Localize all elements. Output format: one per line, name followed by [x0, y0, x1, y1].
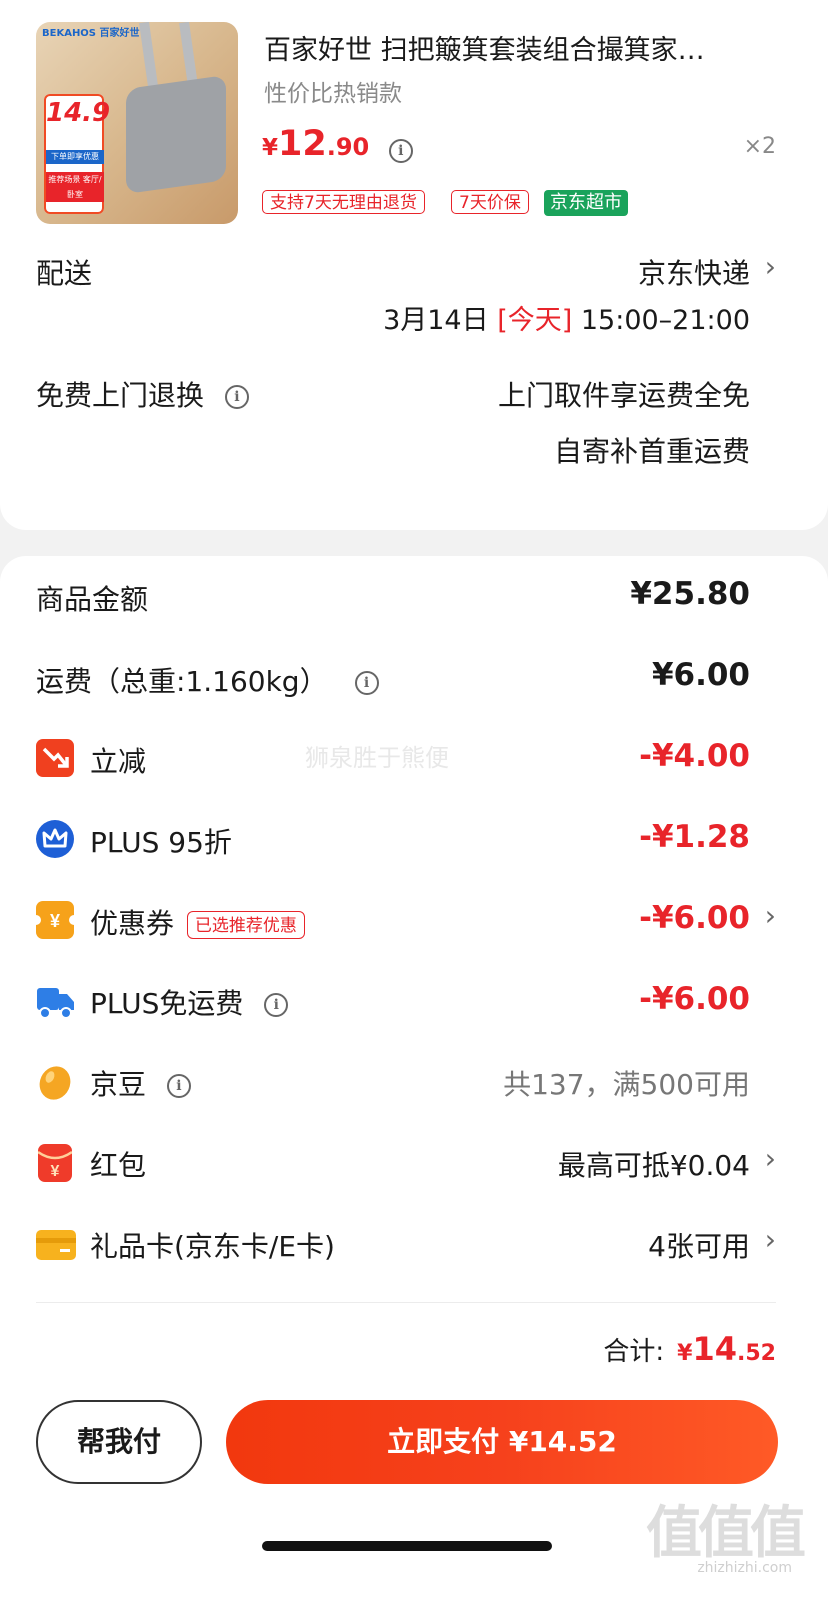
card-icon	[36, 1230, 76, 1260]
coupon-label[interactable]: 优惠券 已选推荐优惠	[90, 902, 305, 942]
site-url-watermark: zhizhizhi.com	[697, 1560, 792, 1576]
goods-amount-label: 商品金额	[36, 583, 149, 616]
jd-beans-label: 京豆 i	[90, 1063, 191, 1103]
red-packet-label: 红包	[90, 1149, 147, 1182]
trend-down-icon	[36, 739, 74, 777]
return-policy-tag: 支持7天无理由退货	[262, 190, 425, 214]
return-service-line2: 自寄补首重运费	[553, 435, 750, 468]
product-thumbnail[interactable]: BEKAHOS 百家好世 14.9 下单即享优惠 推荐场景 客厅/卧室	[36, 22, 238, 224]
svg-text:¥: ¥	[50, 911, 60, 931]
recommended-coupon-chip: 已选推荐优惠	[186, 911, 305, 939]
thumb-brand: BEKAHOS 百家好世	[42, 28, 140, 39]
total-decimal: .52	[737, 1341, 776, 1366]
info-icon[interactable]: i	[388, 138, 413, 163]
plus-free-shipping-text: PLUS免运费	[90, 987, 244, 1020]
gift-card-value[interactable]: 4张可用	[648, 1225, 750, 1265]
delivery-method[interactable]: 京东快递	[638, 252, 750, 292]
instant-discount-value: -¥4.00	[639, 738, 750, 774]
delivery-time[interactable]: 3月14日 [今天] 15:00–21:00	[383, 298, 750, 337]
dustpan-graphic	[126, 74, 226, 195]
thumb-tag: 下单即享优惠	[46, 150, 104, 164]
total-symbol: ¥	[677, 1341, 693, 1366]
chevron-right-icon[interactable]: ›	[765, 1223, 776, 1256]
info-icon[interactable]: i	[264, 993, 289, 1017]
return-service-text: 免费上门退换	[36, 379, 205, 412]
bean-icon	[36, 1063, 74, 1101]
info-icon[interactable]: i	[224, 385, 249, 409]
truck-icon	[36, 982, 74, 1020]
jd-beans-text: 京豆	[90, 1068, 147, 1101]
pay-for-me-button[interactable]: 帮我付	[36, 1400, 202, 1484]
delivery-date: 3月14日	[383, 305, 489, 336]
plus95-value: -¥1.28	[639, 819, 750, 855]
total-label: 合计:	[603, 1337, 665, 1367]
return-service-label: 免费上门退换 i	[36, 374, 249, 414]
thumb-price: 14.9	[46, 98, 111, 128]
plus-free-shipping-value: -¥6.00	[639, 981, 750, 1017]
plus95-label: PLUS 95折	[90, 826, 232, 859]
price-symbol: ¥	[262, 135, 279, 161]
center-watermark: 狮泉胜于熊便	[305, 744, 449, 772]
site-logo-watermark: 值值值	[646, 1501, 806, 1566]
info-icon[interactable]: i	[166, 1074, 191, 1098]
plus-free-shipping-label: PLUS免运费 i	[90, 982, 289, 1022]
delivery-label: 配送	[36, 257, 93, 290]
chevron-right-icon[interactable]: ›	[765, 899, 776, 932]
instant-discount-label: 立减	[90, 745, 147, 778]
coupon-value[interactable]: -¥6.00	[639, 900, 750, 936]
shipping-value: ¥6.00	[651, 657, 750, 693]
product-subtitle: 性价比热销款	[264, 81, 402, 107]
coupon-yen-icon: ¥	[31, 901, 79, 939]
total-integer: 14	[692, 1330, 738, 1368]
coupon-text: 优惠券	[90, 907, 175, 940]
thumb-tag: 推荐场景 客厅/卧室	[46, 172, 104, 202]
product-price: ¥12.90 i	[262, 124, 413, 164]
product-quantity: ×2	[743, 134, 776, 159]
price-integer: 12	[278, 124, 327, 164]
red-packet-value[interactable]: 最高可抵¥0.04	[558, 1144, 750, 1184]
jd-beans-value: 共137，满500可用	[503, 1068, 750, 1101]
jd-supermarket-tag: 京东超市	[544, 190, 628, 216]
delivery-today: [今天]	[497, 305, 573, 336]
return-service-line1: 上门取件享运费全免	[497, 379, 750, 412]
chevron-right-icon[interactable]: ›	[765, 250, 776, 283]
home-indicator	[262, 1541, 552, 1551]
pay-now-button[interactable]: 立即支付 ¥14.52	[226, 1400, 778, 1484]
goods-amount-value: ¥25.80	[630, 576, 750, 612]
product-title[interactable]: 百家好世 扫把簸箕套装组合撮箕家…	[264, 28, 705, 67]
info-icon[interactable]: i	[354, 671, 379, 695]
delivery-window: 15:00–21:00	[580, 305, 750, 336]
total-row: 合计: ¥14.52	[603, 1330, 776, 1368]
price-protect-tag: 7天价保	[451, 190, 529, 214]
chevron-right-icon[interactable]: ›	[765, 1142, 776, 1175]
gift-card-label: 礼品卡(京东卡/E卡)	[90, 1230, 335, 1263]
divider	[36, 1302, 776, 1303]
red-envelope-icon: ¥	[37, 1144, 73, 1182]
shipping-label: 运费（总重:1.160kg） i	[36, 660, 379, 700]
crown-icon	[36, 820, 74, 858]
svg-text:¥: ¥	[51, 1163, 60, 1180]
shipping-text: 运费（总重:1.160kg）	[36, 665, 328, 698]
order-item-card: BEKAHOS 百家好世 14.9 下单即享优惠 推荐场景 客厅/卧室 百家好世…	[0, 0, 828, 530]
price-decimal: .90	[326, 133, 370, 161]
